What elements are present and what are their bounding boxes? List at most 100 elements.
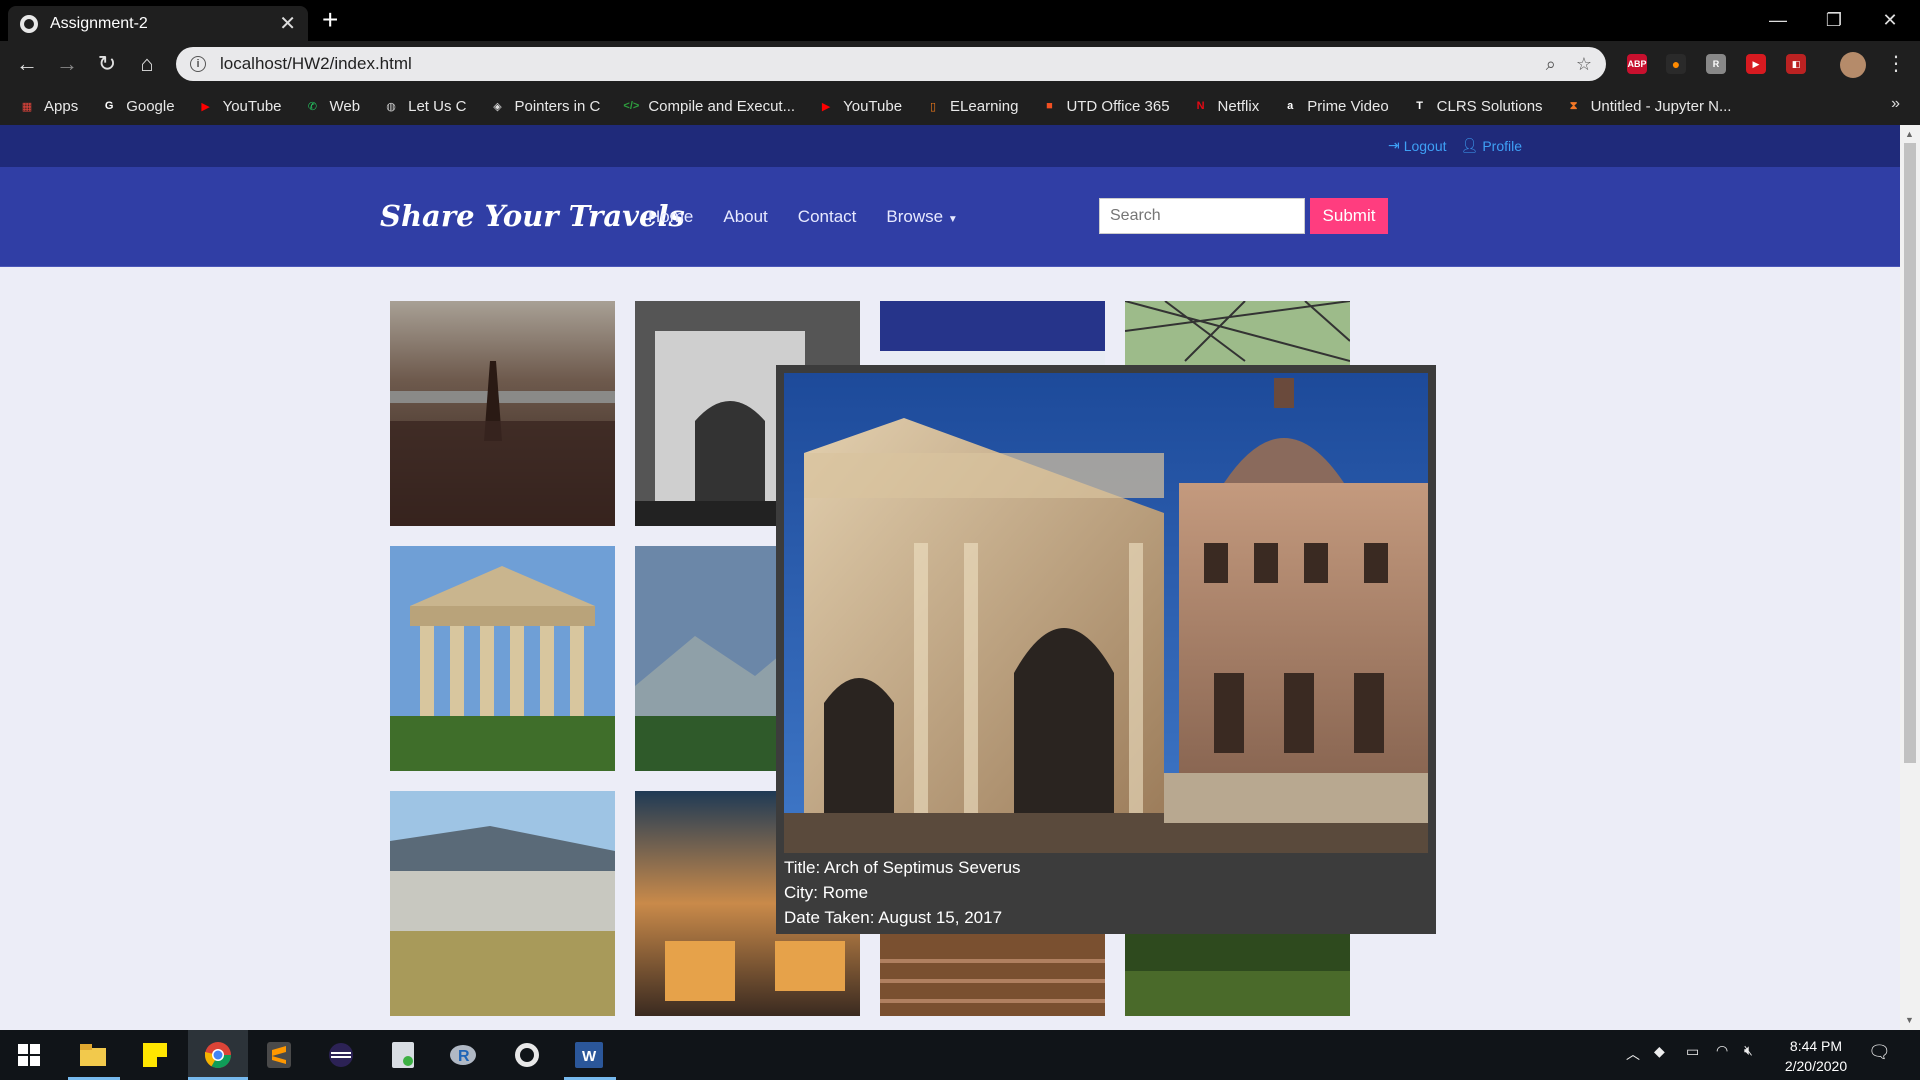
top-utility-bar: ⇥ Logout 👤︎ Profile (0, 125, 1900, 167)
bookmark-item[interactable]: ▯ ELearning (924, 97, 1018, 115)
sticky-notes-icon[interactable] (138, 1038, 172, 1072)
file-explorer-icon[interactable] (76, 1038, 110, 1072)
sublime-text-icon[interactable] (262, 1038, 296, 1072)
reload-button[interactable]: ↻ (94, 51, 120, 77)
bookmark-label: Netflix (1217, 97, 1260, 115)
submit-button[interactable]: Submit (1310, 198, 1388, 234)
adblock-extension-icon[interactable]: ABP (1627, 54, 1647, 74)
menu-kebab-icon[interactable]: ⋮ (1886, 51, 1906, 76)
r-studio-icon[interactable]: R (446, 1038, 480, 1072)
whatsapp-icon: ✆ (307, 100, 318, 113)
bookmark-item[interactable]: N Netflix (1192, 97, 1260, 115)
windows-start-icon[interactable] (12, 1038, 46, 1072)
notification-center-icon[interactable]: 🗨︎ (1868, 1042, 1891, 1063)
reader-extension-icon[interactable]: R (1706, 54, 1726, 74)
profile-avatar[interactable] (1840, 52, 1866, 78)
close-tab-icon[interactable]: ✕ (279, 11, 296, 36)
elearning-icon: ▯ (930, 100, 937, 113)
more-bookmarks-icon[interactable]: » (1891, 95, 1900, 113)
scroll-down-arrow-icon[interactable]: ▼ (1905, 1015, 1914, 1025)
tab-title: Assignment-2 (50, 14, 148, 32)
nav-contact[interactable]: Contact (798, 207, 857, 227)
browser-tab-strip: Assignment-2 ✕ + — ❐ ✕ (0, 0, 1920, 41)
amazon-icon: a (1287, 100, 1294, 112)
clip-extension-icon[interactable]: ◧ (1786, 54, 1806, 74)
system-clock[interactable]: 8:44 PM 2/20/2020 (1776, 1036, 1856, 1076)
site-brand[interactable]: Share Your Travels (380, 199, 685, 233)
forward-button[interactable]: → (54, 51, 80, 77)
youtube-icon: ▶ (821, 100, 831, 113)
file-app-icon[interactable] (386, 1038, 420, 1072)
bookmark-label: CLRS Solutions (1436, 97, 1543, 115)
scrollbar-thumb[interactable] (1904, 143, 1916, 763)
home-button[interactable]: ⌂ (134, 51, 160, 77)
bookmark-label: Apps (44, 97, 79, 115)
nav-browse[interactable]: Browse ▼ (886, 207, 957, 227)
site-header: Share Your Travels Home About Contact Br… (0, 167, 1900, 267)
youtube-icon: ▶ (201, 100, 210, 113)
bookmark-item[interactable]: ▦ Apps (18, 97, 78, 115)
scroll-up-arrow-icon[interactable]: ▲ (1905, 129, 1914, 139)
bookmark-label: YouTube (222, 97, 282, 115)
bookmark-item[interactable]: G Google (100, 97, 175, 115)
photo-thumbnail-cologne[interactable] (390, 301, 615, 526)
github-icon[interactable] (510, 1038, 544, 1072)
video-extension-icon[interactable]: ▶ (1746, 54, 1766, 74)
bookmark-item[interactable]: ✆ Web (304, 97, 360, 115)
profile-link[interactable]: 👤︎ Profile (1461, 137, 1522, 154)
minimize-button[interactable]: — (1750, 0, 1806, 41)
bookmark-star-icon[interactable]: ☆ (1576, 54, 1592, 75)
bookmark-item[interactable]: T CLRS Solutions (1411, 97, 1543, 115)
wifi-icon[interactable]: ◠ (1716, 1042, 1728, 1059)
restore-button[interactable]: ❐ (1806, 0, 1862, 41)
bookmark-item[interactable]: a Prime Video (1281, 97, 1389, 115)
globe-icon: ◍ (386, 100, 396, 113)
eclipse-icon[interactable] (324, 1038, 358, 1072)
code-icon: </> (623, 100, 640, 112)
honey-extension-icon[interactable]: ● (1666, 54, 1686, 74)
page-scrollbar[interactable]: ▲ ▼ (1900, 125, 1920, 1030)
windows-taskbar: R W ︿ ◆ ▭ ◠ 🔇︎ 8:44 PM 2/20/2020 🗨︎ (0, 1030, 1920, 1080)
photo-thumbnail-temple[interactable] (390, 546, 615, 771)
bookmark-item[interactable]: ■ UTD Office 365 (1040, 97, 1169, 115)
page-viewport: ⇥ Logout 👤︎ Profile Share Your Travels Hom… (0, 125, 1900, 1030)
site-info-icon[interactable]: i (190, 56, 206, 72)
svg-text:R: R (458, 1048, 470, 1065)
word-icon[interactable]: W (572, 1038, 606, 1072)
photo-date: Date Taken: August 15, 2017 (784, 908, 1003, 927)
caret-down-icon: ▼ (947, 214, 958, 225)
new-tab-button[interactable]: + (322, 6, 338, 34)
battery-icon[interactable]: ▭ (1686, 1043, 1699, 1060)
bookmark-item[interactable]: ▶ YouTube (817, 97, 902, 115)
back-button[interactable]: ← (14, 51, 40, 77)
logout-link[interactable]: ⇥ Logout (1388, 137, 1447, 154)
nav-home[interactable]: Home (648, 207, 693, 227)
photo-thumbnail-athens[interactable] (390, 791, 615, 1016)
chrome-icon[interactable] (201, 1038, 235, 1072)
pointers-icon: ◈ (493, 100, 502, 113)
volume-muted-icon[interactable]: 🔇︎ (1744, 1042, 1753, 1059)
bookmarks-bar: ▦ Apps G Google ▶ YouTube ✆ Web ◍ Let Us C ◈ Pointe… (0, 87, 1920, 125)
bookmark-item[interactable]: ◍ Let Us C (382, 97, 466, 115)
bookmark-item[interactable]: ◈ Pointers in C (488, 97, 600, 115)
bookmark-item[interactable]: </> Compile and Execut... (622, 97, 795, 115)
address-bar[interactable]: i localhost/HW2/index.html ⌕ ☆ (176, 47, 1606, 81)
browser-toolbar: ← → ↻ ⌂ i localhost/HW2/index.html ⌕ ☆ A… (0, 41, 1920, 87)
user-icon: 👤︎ (1460, 137, 1479, 153)
browser-tab[interactable]: Assignment-2 ✕ (8, 6, 308, 41)
nav-about[interactable]: About (723, 207, 767, 227)
search-input[interactable] (1099, 198, 1305, 234)
nav-browse-label: Browse (886, 207, 944, 226)
globe-icon (20, 14, 38, 33)
dropbox-icon[interactable]: ◆ (1654, 1043, 1665, 1060)
netflix-icon: N (1196, 100, 1205, 112)
bookmark-item[interactable]: ▶ YouTube (197, 97, 282, 115)
show-hidden-icons-icon[interactable]: ︿ (1626, 1044, 1640, 1064)
close-window-button[interactable]: ✕ (1862, 0, 1918, 41)
bookmark-item[interactable]: ⧗ Untitled - Jupyter N... (1565, 97, 1732, 115)
main-nav: Home About Contact Browse ▼ (648, 207, 958, 227)
svg-text:W: W (582, 1048, 597, 1065)
google-icon: G (104, 100, 114, 112)
zoom-icon[interactable]: ⌕ (1546, 54, 1556, 75)
jupyter-icon: ⧗ (1569, 99, 1578, 112)
